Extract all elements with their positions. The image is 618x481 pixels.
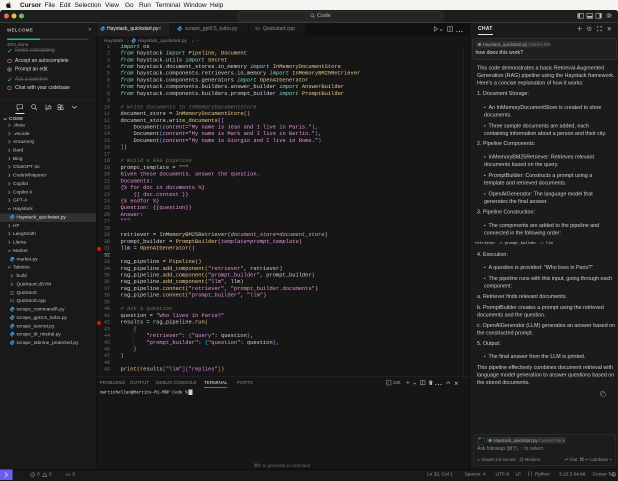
svg-text:C: C — [255, 26, 258, 31]
svg-text:C: C — [10, 298, 13, 303]
